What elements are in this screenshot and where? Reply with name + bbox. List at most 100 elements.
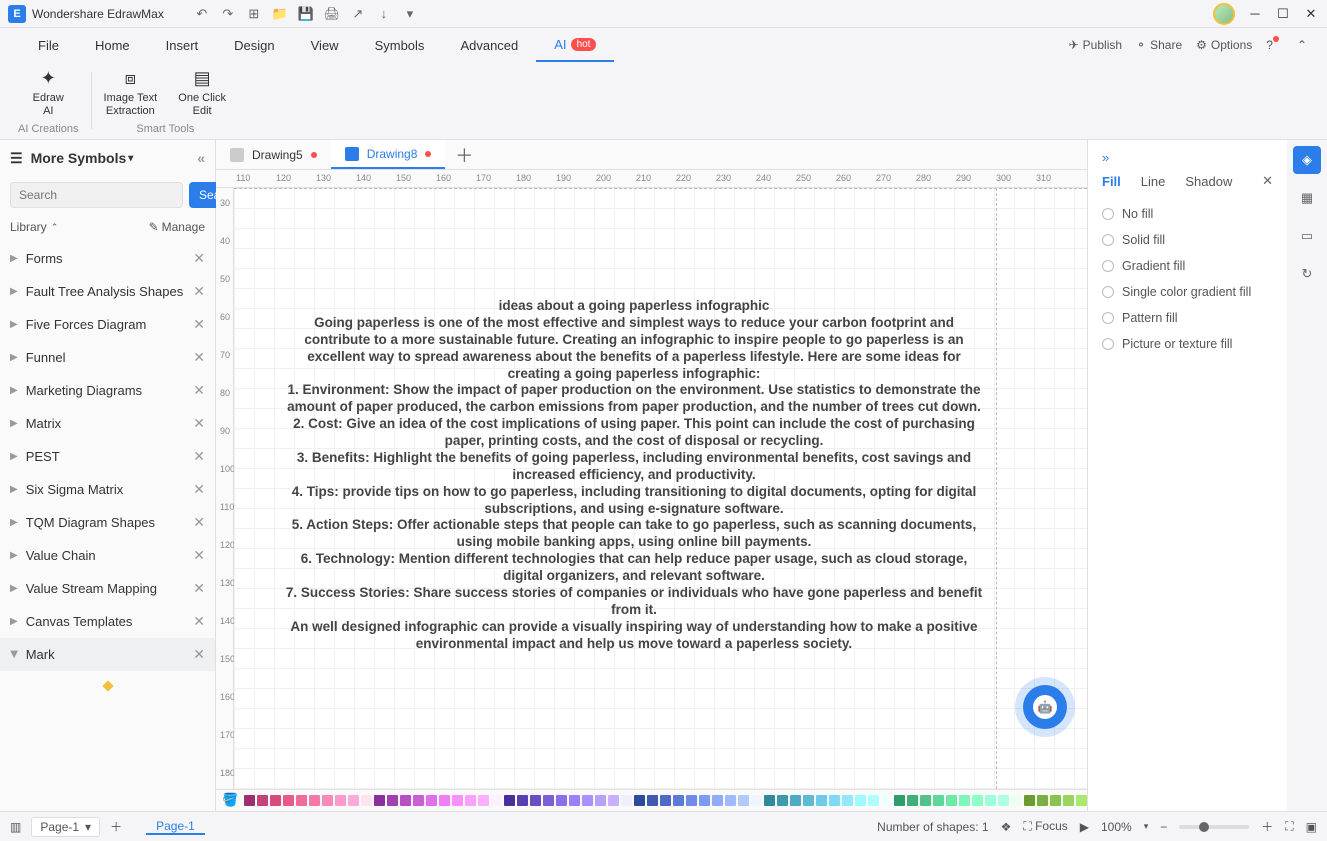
color-swatch[interactable] <box>946 795 957 806</box>
color-swatch[interactable] <box>426 795 437 806</box>
lib-item-funnel[interactable]: ▶Funnel✕ <box>0 341 215 374</box>
redo-icon[interactable]: ↷ <box>220 6 236 22</box>
fill-bucket-icon[interactable]: 🪣 <box>222 792 238 810</box>
zoom-in-icon[interactable]: ＋ <box>1261 818 1273 835</box>
color-swatch[interactable] <box>660 795 671 806</box>
menu-design[interactable]: Design <box>216 28 292 62</box>
new-icon[interactable]: ⊞ <box>246 6 262 22</box>
remove-lib-icon[interactable]: ✕ <box>193 481 205 498</box>
color-swatch[interactable] <box>777 795 788 806</box>
color-swatch[interactable] <box>517 795 528 806</box>
color-swatch[interactable] <box>920 795 931 806</box>
color-swatch[interactable] <box>400 795 411 806</box>
manage-button[interactable]: ✎ Manage <box>149 220 205 234</box>
color-swatch[interactable] <box>244 795 255 806</box>
color-swatch[interactable] <box>283 795 294 806</box>
one-click-edit-button[interactable]: ▤ One Click Edit <box>177 66 227 118</box>
remove-lib-icon[interactable]: ✕ <box>193 382 205 399</box>
save-icon[interactable]: 💾 <box>298 6 314 22</box>
undo-icon[interactable]: ↶ <box>194 6 210 22</box>
help-icon[interactable]: ? <box>1266 38 1283 52</box>
add-page-icon[interactable]: ＋ <box>110 818 122 835</box>
user-avatar[interactable] <box>1213 3 1235 25</box>
color-swatch[interactable] <box>673 795 684 806</box>
color-swatch[interactable] <box>959 795 970 806</box>
fill-option-pattern-fill[interactable]: Pattern fill <box>1102 305 1273 331</box>
page-selector[interactable]: Page-1 ▾ <box>31 817 100 837</box>
color-swatch[interactable] <box>1037 795 1048 806</box>
lib-item-mark[interactable]: ▶Mark✕ <box>0 638 215 671</box>
color-swatch[interactable] <box>712 795 723 806</box>
color-swatch[interactable] <box>595 795 606 806</box>
menu-advanced[interactable]: Advanced <box>442 28 536 62</box>
color-swatch[interactable] <box>855 795 866 806</box>
lib-item-pest[interactable]: ▶PEST✕ <box>0 440 215 473</box>
color-swatch[interactable] <box>348 795 359 806</box>
color-swatch[interactable] <box>764 795 775 806</box>
color-swatch[interactable] <box>907 795 918 806</box>
lib-item-six-sigma-matrix[interactable]: ▶Six Sigma Matrix✕ <box>0 473 215 506</box>
mark-shape[interactable] <box>102 680 113 691</box>
color-swatch[interactable] <box>686 795 697 806</box>
close-icon[interactable]: ✕ <box>1303 6 1319 22</box>
color-swatch[interactable] <box>985 795 996 806</box>
color-swatch[interactable] <box>816 795 827 806</box>
color-swatch[interactable] <box>270 795 281 806</box>
lib-item-canvas-templates[interactable]: ▶Canvas Templates✕ <box>0 605 215 638</box>
zoom-level[interactable]: 100% <box>1101 820 1132 834</box>
canvas-text-block[interactable]: ideas about a going paperless infographi… <box>284 298 984 652</box>
layout-tab-icon[interactable]: ▭ <box>1293 222 1321 250</box>
color-swatch[interactable] <box>608 795 619 806</box>
more-qat-icon[interactable]: ▾ <box>402 6 418 22</box>
lib-item-fault-tree-analysis-shapes[interactable]: ▶Fault Tree Analysis Shapes✕ <box>0 275 215 308</box>
color-swatch[interactable] <box>556 795 567 806</box>
fill-option-single-color-gradient-fill[interactable]: Single color gradient fill <box>1102 279 1273 305</box>
color-swatch[interactable] <box>309 795 320 806</box>
color-swatch[interactable] <box>699 795 710 806</box>
menu-file[interactable]: File <box>20 28 77 62</box>
collapse-ribbon-icon[interactable]: ⌃ <box>1297 38 1307 52</box>
color-swatch[interactable] <box>257 795 268 806</box>
color-swatch[interactable] <box>543 795 554 806</box>
menu-insert[interactable]: Insert <box>148 28 217 62</box>
menu-view[interactable]: View <box>293 28 357 62</box>
remove-lib-icon[interactable]: ✕ <box>193 580 205 597</box>
color-swatch[interactable] <box>504 795 515 806</box>
menu-home[interactable]: Home <box>77 28 148 62</box>
color-swatch[interactable] <box>1024 795 1035 806</box>
color-swatch[interactable] <box>491 795 502 806</box>
drawing-canvas[interactable]: ideas about a going paperless infographi… <box>234 188 1087 789</box>
remove-lib-icon[interactable]: ✕ <box>193 514 205 531</box>
color-swatch[interactable] <box>829 795 840 806</box>
color-swatch[interactable] <box>335 795 346 806</box>
color-swatch[interactable] <box>842 795 853 806</box>
color-swatch[interactable] <box>1050 795 1061 806</box>
maximize-icon[interactable]: ☐ <box>1275 6 1291 22</box>
fill-option-gradient-fill[interactable]: Gradient fill <box>1102 253 1273 279</box>
color-swatch[interactable] <box>751 795 762 806</box>
pages-icon[interactable]: ▥ <box>10 820 21 834</box>
color-swatch[interactable] <box>361 795 372 806</box>
share-button[interactable]: ⚬Share <box>1136 38 1182 52</box>
library-label[interactable]: Library ⌃ <box>10 220 58 234</box>
remove-lib-icon[interactable]: ✕ <box>193 415 205 432</box>
remove-lib-icon[interactable]: ✕ <box>193 283 205 300</box>
export-icon[interactable]: ↗ <box>350 6 366 22</box>
color-swatch[interactable] <box>868 795 879 806</box>
minimize-icon[interactable]: ─ <box>1247 6 1263 22</box>
color-swatch[interactable] <box>998 795 1009 806</box>
color-swatch[interactable] <box>621 795 632 806</box>
color-swatch[interactable] <box>465 795 476 806</box>
fit-page-icon[interactable]: ⛶ <box>1285 819 1293 834</box>
open-icon[interactable]: 📁 <box>272 6 288 22</box>
zoom-slider[interactable] <box>1179 825 1249 829</box>
color-swatch[interactable] <box>582 795 593 806</box>
doc-tab-drawing8[interactable]: Drawing8 <box>331 140 446 169</box>
page-tab[interactable]: Page-1 <box>146 819 205 835</box>
options-button[interactable]: ⚙Options <box>1196 38 1252 52</box>
remove-lib-icon[interactable]: ✕ <box>193 547 205 564</box>
lib-item-marketing-diagrams[interactable]: ▶Marketing Diagrams✕ <box>0 374 215 407</box>
color-swatch[interactable] <box>478 795 489 806</box>
add-tab-button[interactable]: ＋ <box>445 142 483 168</box>
publish-button[interactable]: ✈Publish <box>1069 38 1122 52</box>
